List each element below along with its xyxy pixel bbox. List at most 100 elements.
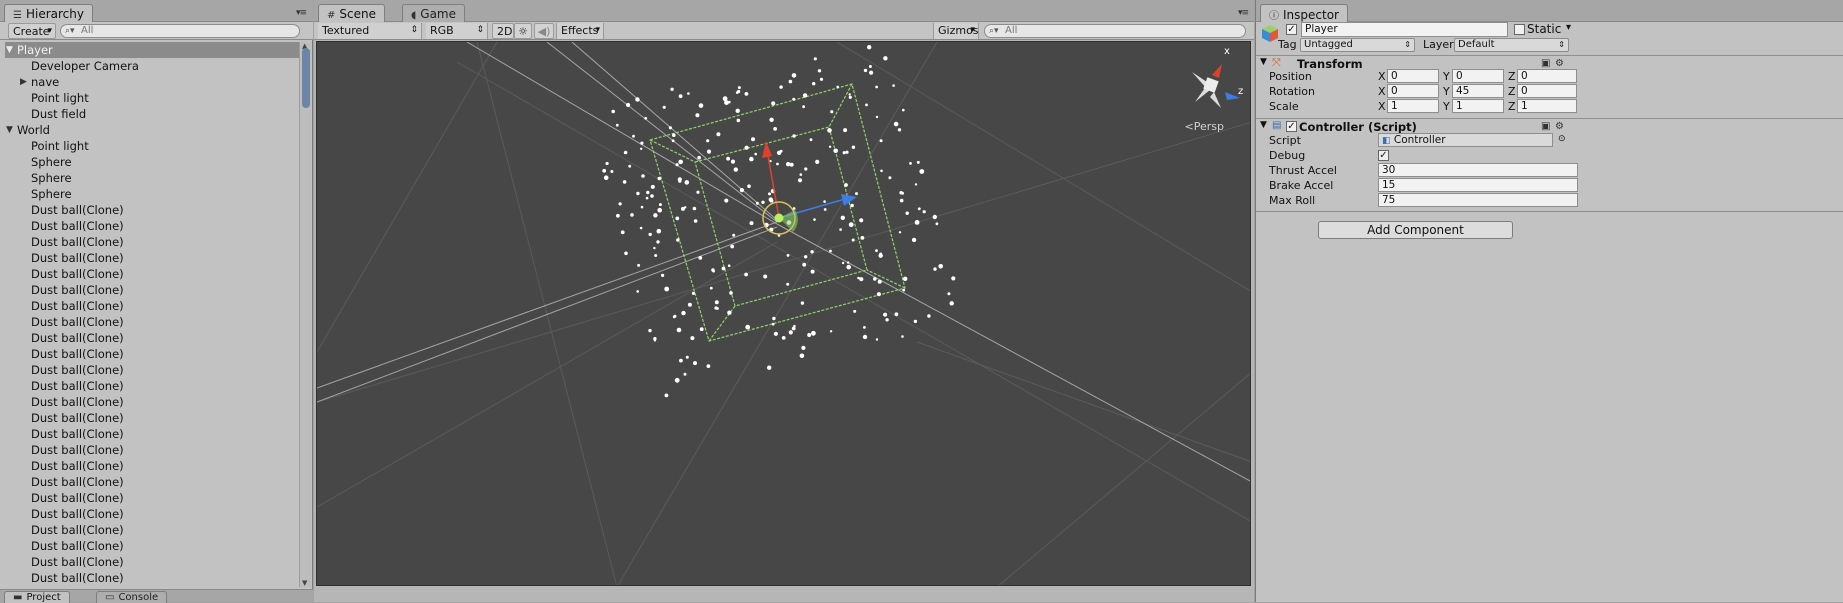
panel-menu-icon[interactable]: ▾≡ — [296, 8, 307, 18]
tab-inspector[interactable]: ⓘ Inspector — [1260, 4, 1348, 22]
fold-open-icon[interactable]: ▼ — [6, 42, 13, 58]
script-object-field[interactable]: ◧ Controller — [1378, 133, 1553, 147]
scene-view-canvas[interactable]: x z — [317, 42, 1251, 586]
scale-x-field[interactable]: 1 — [1387, 99, 1439, 113]
tab-hierarchy[interactable]: ☰ Hierarchy — [4, 4, 93, 22]
tab-project[interactable]: ▬ Project — [4, 591, 70, 603]
position-x-field[interactable]: 0 — [1387, 69, 1439, 83]
help-book-icon[interactable]: ▣ — [1541, 121, 1550, 132]
hierarchy-item[interactable]: Sphere — [5, 154, 300, 170]
scale-y-field[interactable]: 1 — [1452, 99, 1504, 113]
hierarchy-item[interactable]: Dust ball(Clone) — [5, 362, 300, 378]
scene-search-input[interactable]: ⌕▾ All — [984, 24, 1246, 38]
scrollbar-thumb[interactable] — [302, 48, 310, 108]
object-name-field[interactable]: Player — [1301, 22, 1508, 37]
gear-icon[interactable]: ⚙ — [1555, 58, 1564, 69]
hierarchy-item[interactable]: Dust ball(Clone) — [5, 250, 300, 266]
hierarchy-item[interactable]: Point light — [5, 90, 300, 106]
brake-accel-field[interactable]: 15 — [1378, 178, 1578, 192]
hierarchy-item[interactable]: Dust ball(Clone) — [5, 410, 300, 426]
controller-enabled-checkbox[interactable]: ✓ — [1286, 121, 1297, 132]
position-z-field[interactable]: 0 — [1517, 69, 1577, 83]
rotation-z-field[interactable]: 0 — [1517, 84, 1577, 98]
static-checkbox[interactable] — [1514, 24, 1525, 35]
hierarchy-item[interactable]: Dust ball(Clone) — [5, 490, 300, 506]
transform-gizmo[interactable] — [762, 141, 857, 235]
pivot-handle[interactable] — [774, 213, 784, 223]
scroll-down-icon[interactable]: ▼ — [302, 579, 307, 587]
hierarchy-item[interactable]: Dust ball(Clone) — [5, 234, 300, 250]
tag-dropdown[interactable]: Untagged ⇕ — [1300, 38, 1415, 52]
hierarchy-item[interactable]: Dust ball(Clone) — [5, 346, 300, 362]
hierarchy-item[interactable]: Dust ball(Clone) — [5, 282, 300, 298]
hierarchy-item[interactable]: Dust ball(Clone) — [5, 426, 300, 442]
fold-closed-icon[interactable]: ▶ — [20, 74, 27, 90]
orientation-gizmo[interactable]: x z — [1192, 46, 1243, 108]
hierarchy-item[interactable]: Developer Camera — [5, 58, 300, 74]
hierarchy-item[interactable]: Dust ball(Clone) — [5, 506, 300, 522]
hierarchy-item[interactable]: Dust ball(Clone) — [5, 394, 300, 410]
hierarchy-item[interactable]: ▼ World — [5, 122, 300, 138]
controller-header[interactable]: ▼ ▤ ✓ Controller (Script) ▣ ⚙ — [1256, 118, 1843, 134]
hierarchy-item[interactable]: Sphere — [5, 170, 300, 186]
layer-dropdown[interactable]: Default ⇕ — [1454, 38, 1569, 52]
add-component-button[interactable]: Add Component — [1318, 221, 1513, 239]
scene-lighting-toggle[interactable]: ☼ — [514, 23, 532, 39]
gear-icon[interactable]: ⚙ — [1555, 121, 1564, 132]
thrust-accel-field[interactable]: 30 — [1378, 163, 1578, 177]
hierarchy-item[interactable]: Dust ball(Clone) — [5, 474, 300, 490]
gizmos-dropdown[interactable]: Gizmos ▾ — [933, 23, 979, 39]
hierarchy-item[interactable]: Dust ball(Clone) — [5, 442, 300, 458]
help-book-icon[interactable]: ▣ — [1541, 58, 1550, 69]
hierarchy-item[interactable]: Sphere — [5, 186, 300, 202]
hierarchy-item[interactable]: Dust ball(Clone) — [5, 330, 300, 346]
dust-ball — [879, 139, 883, 143]
y-axis-arrow-icon[interactable] — [762, 141, 772, 158]
hierarchy-item[interactable]: Dust ball(Clone) — [5, 538, 300, 554]
gizmo-neg-y-cone[interactable] — [1210, 92, 1221, 108]
fold-arrow-icon[interactable]: ▼ — [1260, 120, 1267, 130]
hierarchy-scrollbar[interactable]: ▲ ▼ — [299, 42, 311, 587]
tab-game[interactable]: ◖ Game — [402, 4, 466, 22]
create-dropdown[interactable]: Create ▾ — [8, 23, 56, 39]
hierarchy-item[interactable]: Dust ball(Clone) — [5, 266, 300, 282]
fold-open-icon[interactable]: ▼ — [6, 122, 13, 138]
scene-audio-toggle[interactable]: ◀) — [534, 23, 554, 39]
panel-menu-icon[interactable]: ▾≡ — [1238, 8, 1249, 18]
hierarchy-item[interactable]: Dust ball(Clone) — [5, 522, 300, 538]
chevron-down-icon[interactable]: ▾ — [1566, 22, 1571, 33]
hierarchy-item[interactable]: Dust ball(Clone) — [5, 314, 300, 330]
hierarchy-item[interactable]: Dust ball(Clone) — [5, 378, 300, 394]
hierarchy-item[interactable]: Point light — [5, 138, 300, 154]
object-picker-icon[interactable]: ⊙ — [1558, 134, 1566, 144]
hierarchy-item[interactable]: Dust ball(Clone) — [5, 218, 300, 234]
rotation-y-field[interactable]: 45 — [1452, 84, 1504, 98]
hierarchy-item[interactable]: Dust ball(Clone) — [5, 298, 300, 314]
dust-ball — [761, 200, 765, 204]
hierarchy-search-input[interactable]: ⌕▾ All — [60, 24, 300, 38]
tab-console[interactable]: ▭ Console — [96, 591, 168, 603]
gizmo-x-cone[interactable] — [1212, 64, 1222, 78]
hierarchy-item[interactable]: ▶ nave — [5, 74, 300, 90]
hierarchy-item[interactable]: Dust ball(Clone) — [5, 458, 300, 474]
debug-checkbox[interactable]: ✓ — [1378, 150, 1389, 161]
hierarchy-item[interactable]: Dust ball(Clone) — [5, 570, 300, 586]
persp-toggle[interactable]: <Persp — [1185, 120, 1224, 133]
hierarchy-item[interactable]: Dust ball(Clone) — [5, 554, 300, 570]
active-checkbox[interactable]: ✓ — [1286, 24, 1297, 35]
effects-dropdown[interactable]: Effects ▾ — [556, 23, 604, 39]
scene-viewport[interactable]: x z <Persp — [316, 41, 1251, 586]
position-y-field[interactable]: 0 — [1452, 69, 1504, 83]
draw-mode-dropdown[interactable]: Textured ⇕ — [318, 23, 422, 39]
rotation-x-field[interactable]: 0 — [1387, 84, 1439, 98]
fold-arrow-icon[interactable]: ▼ — [1260, 57, 1267, 67]
max-roll-field[interactable]: 75 — [1378, 193, 1578, 207]
hierarchy-item[interactable]: Dust ball(Clone) — [5, 202, 300, 218]
tab-scene[interactable]: # Scene — [318, 4, 385, 22]
hierarchy-item[interactable]: ▼ Player — [5, 42, 300, 58]
toggle-2d-button[interactable]: 2D — [492, 23, 514, 39]
scale-z-field[interactable]: 1 — [1517, 99, 1577, 113]
render-mode-dropdown[interactable]: RGB ⇕ — [426, 23, 488, 39]
y-axis-handle[interactable] — [766, 149, 780, 219]
hierarchy-item[interactable]: Dust field — [5, 106, 300, 122]
